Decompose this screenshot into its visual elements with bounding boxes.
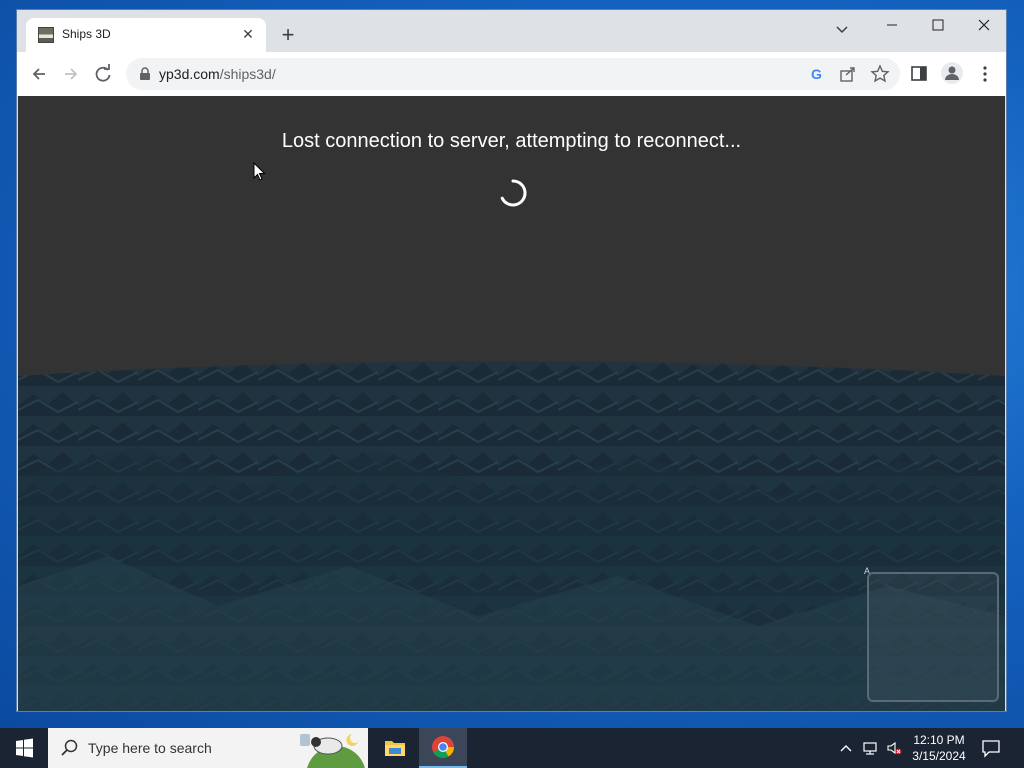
side-panel-icon[interactable] [909,62,929,86]
profile-button[interactable] [941,62,963,84]
address-bar[interactable]: yp3d.com/ships3d/ G [126,58,900,90]
share-icon [840,67,855,82]
tab-close-icon[interactable]: ✕ [238,24,258,44]
bookmark-button[interactable] [869,63,891,85]
notification-icon [982,740,1000,758]
chevron-down-icon [836,26,848,34]
url-path: /ships3d/ [219,66,276,82]
minimize-button[interactable] [869,10,915,40]
back-button[interactable] [26,61,52,87]
maximize-button[interactable] [915,10,961,40]
google-lens-button[interactable]: G [806,63,828,85]
google-icon: G [811,66,822,82]
file-explorer-icon [385,741,405,756]
site-favicon-icon [38,27,54,43]
close-window-button[interactable] [961,10,1006,40]
tab-title: Ships 3D [62,27,111,41]
taskbar-search-box[interactable]: Type here to search [48,728,368,768]
show-hidden-icons-button[interactable] [838,740,854,756]
network-icon [863,742,877,755]
search-icon [61,739,78,756]
star-icon [870,64,890,83]
clock-date: 3/15/2024 [912,749,966,763]
menu-button[interactable] [975,62,995,86]
lock-icon [140,67,150,80]
ocean-terrain [18,361,1005,711]
taskbar-file-explorer[interactable] [371,728,419,768]
chrome-icon [432,736,454,758]
reload-icon [95,64,111,82]
chevron-up-icon [840,745,852,752]
start-button[interactable] [0,728,48,768]
browser-window: Ships 3D ✕ + yp3d.com/ships3d/ G Lost co… [17,10,1006,711]
new-tab-button[interactable]: + [276,24,300,48]
svg-text:G: G [811,66,822,82]
url-text: yp3d.com/ships3d/ [159,66,276,82]
taskbar-chrome[interactable] [419,728,467,768]
game-viewport[interactable]: Lost connection to server, attempting to… [18,96,1005,711]
action-center-button[interactable] [980,738,1002,758]
taskbar: Type here to search 12:10 PM 3/15/2024 [0,728,1024,768]
minimize-icon [887,24,897,26]
network-tray-button[interactable] [862,740,878,756]
windows-start-icon [16,738,33,758]
forward-icon [65,68,78,80]
tab-ships-3d[interactable]: Ships 3D ✕ [26,18,266,52]
browser-toolbar: yp3d.com/ships3d/ G [17,52,1006,97]
loading-spinner-icon [500,179,527,207]
clock-time: 12:10 PM [913,733,965,747]
title-bar: Ships 3D ✕ + [17,10,1006,52]
tab-search-button[interactable] [822,16,862,44]
reload-button[interactable] [90,61,116,87]
connection-status-message: Lost connection to server, attempting to… [281,130,742,152]
search-placeholder: Type here to search [88,740,212,756]
mouse-cursor-icon [253,162,266,181]
share-button[interactable] [837,63,859,85]
url-host: yp3d.com [159,66,220,82]
minimap [867,572,999,702]
maximize-icon [932,19,944,31]
back-icon [32,68,45,80]
menu-icon [983,66,987,82]
forward-button[interactable] [58,61,84,87]
volume-muted-icon [887,741,902,755]
volume-tray-button[interactable] [886,740,902,756]
profile-icon [945,66,959,80]
close-icon [978,19,990,31]
search-highlight-illustration [300,734,365,768]
system-clock[interactable]: 12:10 PM 3/15/2024 [906,732,972,764]
